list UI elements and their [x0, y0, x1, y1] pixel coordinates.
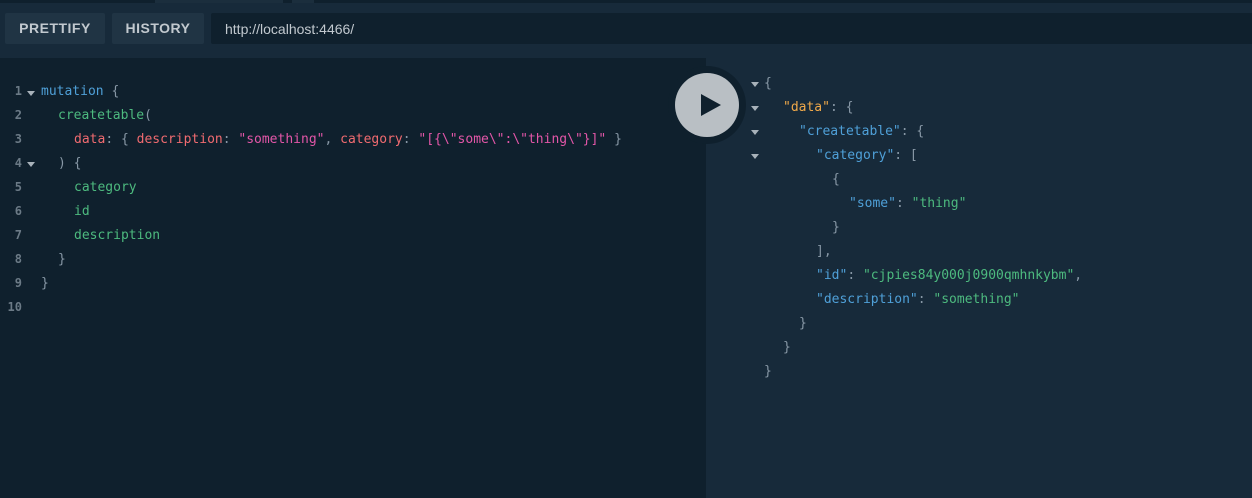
punctuation-token: : — [917, 292, 934, 307]
string-token: "something" — [238, 132, 325, 147]
punctuation-token: ], — [816, 244, 832, 259]
field-token: category — [74, 180, 137, 195]
json-string-token: "thing" — [911, 196, 967, 211]
result-line: } — [783, 336, 791, 360]
punctuation-token: } — [832, 220, 840, 235]
json-key-token: "createtable" — [799, 124, 901, 139]
code-line: description — [74, 224, 160, 248]
code-line: id — [74, 200, 90, 224]
field-token: id — [74, 204, 90, 219]
punctuation-token: } — [783, 340, 791, 355]
result-line: "createtable": { — [799, 120, 924, 144]
line-number: 6 — [14, 204, 22, 218]
result-line: { — [764, 72, 772, 96]
code-line: } — [58, 248, 66, 272]
result-viewer[interactable]: { "data": { "createtable": { "category":… — [706, 58, 1252, 498]
result-line: { — [832, 168, 840, 192]
fold-caret-down-icon[interactable] — [751, 154, 759, 159]
line-number: 10 — [7, 300, 22, 314]
line-number: 9 — [14, 276, 22, 290]
punctuation-token: , — [324, 132, 341, 147]
keyword-token: mutation — [41, 84, 104, 99]
result-line: } — [764, 360, 772, 384]
punctuation-token: ) { — [58, 156, 82, 171]
result-line: "category": [ — [816, 144, 918, 168]
punctuation-token: , — [1074, 268, 1083, 283]
argument-token: description — [136, 132, 223, 147]
punctuation-token: { — [103, 84, 120, 99]
fold-caret-down-icon[interactable] — [751, 106, 759, 111]
punctuation-token: } — [58, 252, 66, 267]
punctuation-token: : { — [105, 132, 137, 147]
punctuation-token: } — [606, 132, 622, 147]
result-line: "description": "something" — [816, 288, 1020, 312]
json-key-token: "description" — [816, 292, 918, 307]
result-line: "id": "cjpies84y000j0900qmhnkybm", — [816, 264, 1082, 288]
code-line: } — [41, 272, 49, 296]
argument-token: category — [340, 132, 403, 147]
punctuation-token: ( — [144, 108, 152, 123]
line-number: 7 — [14, 228, 22, 242]
argument-token: data — [74, 132, 106, 147]
json-key-token: "some" — [849, 196, 896, 211]
toolbar: PRETTIFY HISTORY — [0, 3, 1252, 58]
punctuation-token: : [ — [894, 148, 918, 163]
result-line: "data": { — [783, 96, 853, 120]
punctuation-token: : — [402, 132, 419, 147]
punctuation-token: } — [764, 364, 772, 379]
execute-query-button[interactable] — [668, 66, 746, 144]
line-number: 5 — [14, 180, 22, 194]
json-key-token: "category" — [816, 148, 895, 163]
query-editor[interactable]: 1 2 3 4 5 6 7 8 9 10 mutation { createta… — [0, 58, 706, 498]
punctuation-token: : — [847, 268, 863, 283]
result-line: "some": "thing" — [849, 192, 966, 216]
punctuation-token: { — [832, 172, 840, 187]
line-number: 4 — [14, 156, 22, 170]
string-token: "[{\"some\":\"thing\"}]" — [418, 132, 607, 147]
code-line: createtable( — [58, 104, 152, 128]
fold-caret-down-icon[interactable] — [27, 162, 35, 167]
line-number: 8 — [14, 252, 22, 266]
punctuation-token: } — [799, 316, 807, 331]
code-line: ) { — [58, 152, 81, 176]
code-line: category — [74, 176, 137, 200]
result-line: ], — [816, 240, 832, 264]
graphql-playground: PRETTIFY HISTORY 1 2 3 4 5 6 7 8 9 10 mu… — [0, 0, 1252, 498]
execute-button-face — [675, 73, 739, 137]
endpoint-url-input[interactable] — [211, 13, 1252, 44]
field-token: description — [74, 228, 161, 243]
punctuation-token: : { — [829, 100, 854, 115]
json-key-token: "id" — [816, 268, 848, 283]
history-button[interactable]: HISTORY — [112, 13, 204, 44]
code-line: mutation { — [41, 80, 119, 104]
field-token: createtable — [58, 108, 145, 123]
line-number: 1 — [14, 84, 22, 98]
fold-caret-down-icon[interactable] — [751, 130, 759, 135]
punctuation-token: : { — [900, 124, 925, 139]
json-string-token: "something" — [933, 292, 1020, 307]
result-line: } — [832, 216, 840, 240]
json-key-token: "data" — [783, 100, 830, 115]
line-number: 2 — [14, 108, 22, 122]
prettify-button[interactable]: PRETTIFY — [5, 13, 105, 44]
code-line: data: { description: "something", catego… — [74, 128, 622, 152]
line-number: 3 — [14, 132, 22, 146]
result-line: } — [799, 312, 807, 336]
fold-caret-down-icon[interactable] — [751, 82, 759, 87]
fold-caret-down-icon[interactable] — [27, 91, 35, 96]
punctuation-token: { — [764, 76, 772, 91]
json-string-token: "cjpies84y000j0900qmhnkybm" — [862, 268, 1075, 283]
play-icon — [701, 94, 721, 116]
punctuation-token: : — [895, 196, 912, 211]
punctuation-token: } — [41, 276, 49, 291]
punctuation-token: : — [222, 132, 239, 147]
